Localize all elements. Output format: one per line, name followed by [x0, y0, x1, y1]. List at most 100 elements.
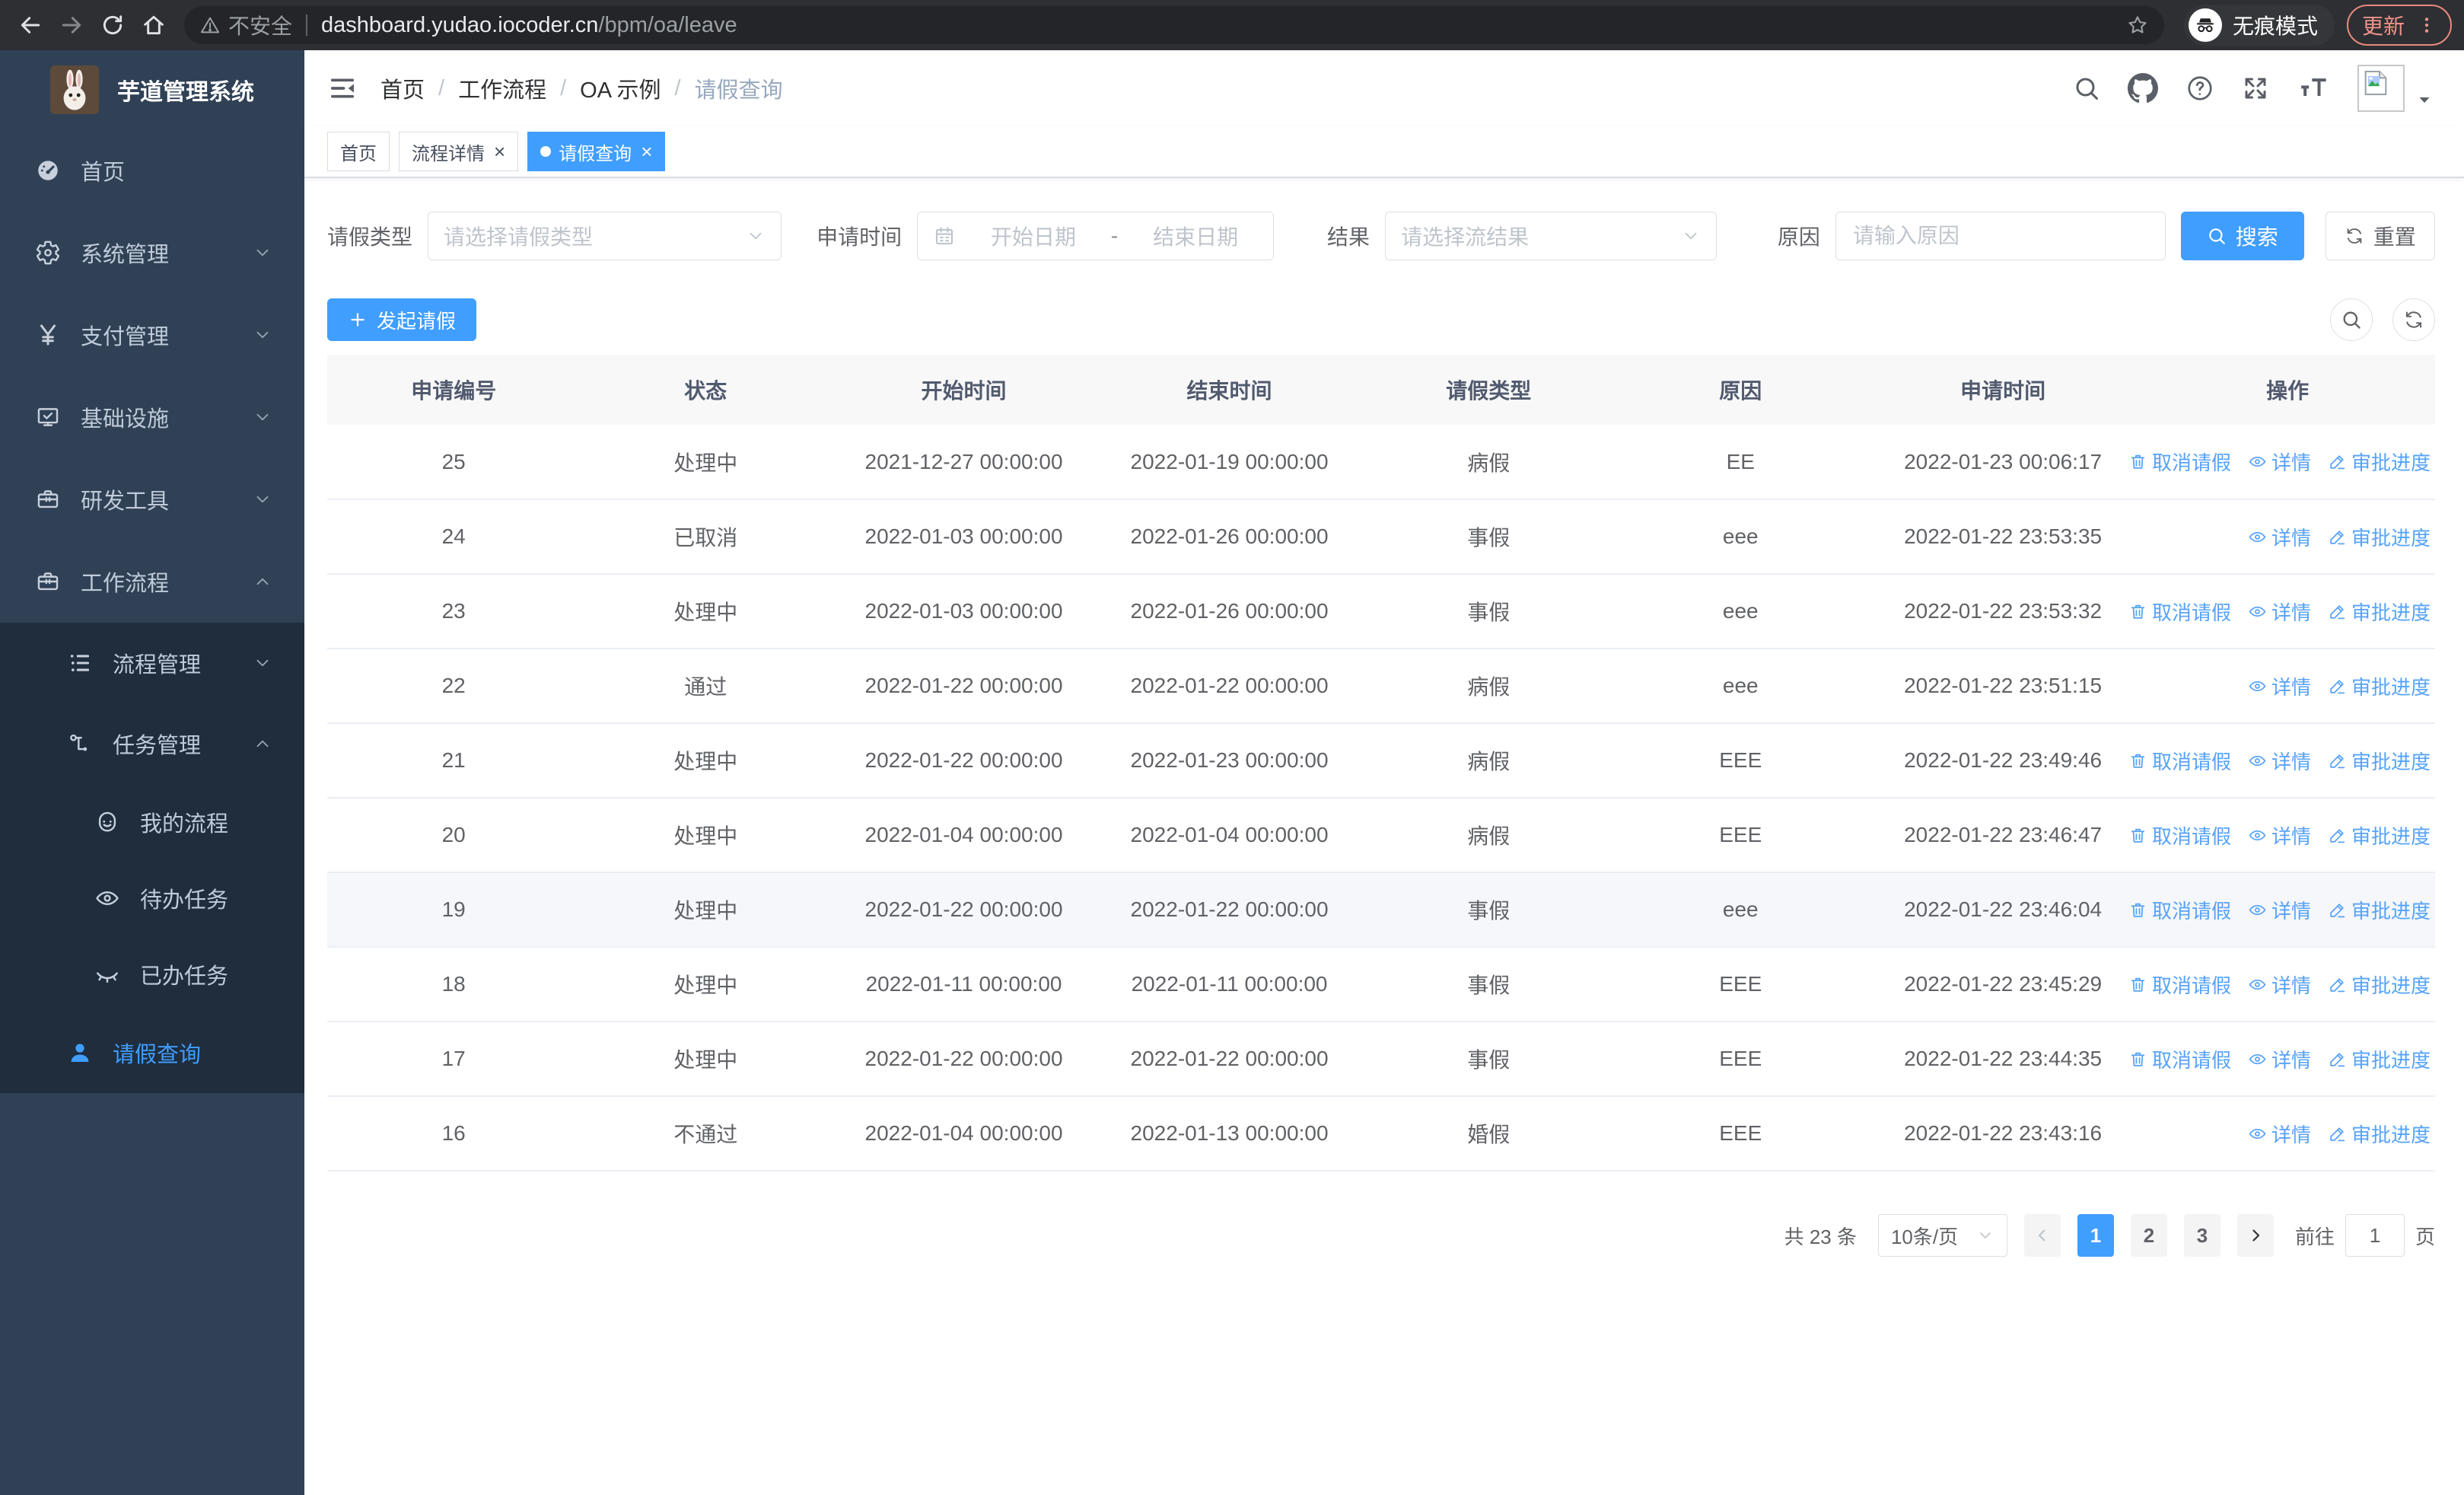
- cancel-action-link[interactable]: 取消请假: [2128, 971, 2231, 999]
- detail-action-link[interactable]: 详情: [2248, 523, 2311, 551]
- close-icon[interactable]: ×: [641, 142, 652, 161]
- fullscreen-icon[interactable]: [2242, 75, 2269, 102]
- detail-action-link[interactable]: 详情: [2248, 971, 2311, 999]
- browser-update-button[interactable]: 更新: [2346, 5, 2452, 46]
- font-size-icon[interactable]: [2297, 73, 2330, 104]
- result-select[interactable]: 请选择流结果: [1385, 212, 1717, 260]
- breadcrumb-item[interactable]: 工作流程: [458, 72, 546, 104]
- browser-forward-button[interactable]: [53, 7, 90, 43]
- sidebar-item-流程管理[interactable]: 流程管理: [0, 623, 304, 703]
- detail-action-link[interactable]: 详情: [2248, 1045, 2311, 1073]
- search-icon: [2207, 226, 2227, 246]
- sidebar-collapse-icon[interactable]: [327, 73, 358, 104]
- detail-action-link[interactable]: 详情: [2248, 672, 2311, 700]
- column-header: 原因: [1615, 355, 1867, 425]
- progress-action-link[interactable]: 审批进度: [2328, 971, 2431, 999]
- cancel-action-link[interactable]: 取消请假: [2128, 747, 2231, 775]
- browser-back-button[interactable]: [12, 7, 49, 43]
- goto-page-input[interactable]: [2345, 1214, 2405, 1257]
- refresh-table-button[interactable]: [2392, 298, 2435, 341]
- page-size-select[interactable]: 10条/页: [1877, 1214, 2007, 1257]
- user-avatar-menu[interactable]: [2357, 65, 2434, 112]
- chevron-down-icon: [253, 653, 272, 673]
- breadcrumb-item[interactable]: OA 示例: [580, 72, 661, 104]
- progress-action-link[interactable]: 审批进度: [2328, 821, 2431, 850]
- cancel-action-link[interactable]: 取消请假: [2128, 598, 2231, 626]
- address-bar[interactable]: 不安全 dashboard.yudao.iocoder.cn/bpm/oa/le…: [184, 6, 2164, 44]
- cancel-action-link[interactable]: 取消请假: [2128, 1045, 2231, 1073]
- detail-action-link[interactable]: 详情: [2248, 896, 2311, 924]
- sidebar-item-待办任务[interactable]: 待办任务: [0, 860, 304, 936]
- detail-action-link[interactable]: 详情: [2248, 747, 2311, 775]
- progress-action-link[interactable]: 审批进度: [2328, 448, 2431, 476]
- cell-type: 病假: [1362, 425, 1616, 500]
- search-button[interactable]: 搜索: [2180, 212, 2304, 260]
- bookmark-star-icon[interactable]: [2126, 14, 2149, 37]
- reason-input[interactable]: [1837, 212, 2163, 260]
- help-icon[interactable]: [2185, 74, 2214, 103]
- cancel-action-link[interactable]: 取消请假: [2128, 821, 2231, 850]
- reset-button[interactable]: 重置: [2325, 212, 2435, 260]
- sidebar-item-请假查询[interactable]: 请假查询: [0, 1012, 304, 1093]
- sidebar-item-已办任务[interactable]: 已办任务: [0, 936, 304, 1012]
- detail-action-link[interactable]: 详情: [2248, 1120, 2311, 1148]
- progress-action-link[interactable]: 审批进度: [2328, 672, 2431, 700]
- sidebar-item-支付管理[interactable]: 支付管理: [0, 294, 304, 376]
- progress-action-link[interactable]: 审批进度: [2328, 896, 2431, 924]
- trash-icon: [2128, 826, 2147, 845]
- cell-id: 16: [327, 1096, 581, 1171]
- github-icon[interactable]: [2128, 73, 2158, 104]
- progress-action-link[interactable]: 审批进度: [2328, 1045, 2431, 1073]
- progress-action-label: 审批进度: [2351, 451, 2431, 474]
- cell-type: 病假: [1362, 649, 1616, 724]
- sidebar-item-系统管理[interactable]: 系统管理: [0, 212, 304, 294]
- progress-action-link[interactable]: 审批进度: [2328, 523, 2431, 551]
- browser-home-button[interactable]: [135, 7, 172, 43]
- plus-icon: [348, 310, 368, 330]
- tab-首页[interactable]: 首页: [327, 132, 390, 171]
- cell-end: 2022-01-22 00:00:00: [1097, 649, 1363, 724]
- create-leave-button[interactable]: 发起请假: [327, 298, 477, 341]
- tab-流程详情[interactable]: 流程详情 ×: [399, 132, 519, 171]
- row-actions: 取消请假 详情 审批进度: [2131, 896, 2435, 924]
- cancel-action-link[interactable]: 取消请假: [2128, 448, 2231, 476]
- cell-actions: 取消请假 详情 审批进度: [2131, 947, 2435, 1022]
- progress-action-label: 审批进度: [2351, 899, 2431, 923]
- sidebar-item-我的流程[interactable]: 我的流程: [0, 784, 304, 860]
- table-row: 21 处理中 2022-01-22 00:00:00 2022-01-23 00:00…: [327, 723, 2435, 799]
- sidebar-item-首页[interactable]: 首页: [0, 129, 304, 212]
- detail-action-link[interactable]: 详情: [2248, 448, 2311, 476]
- apply-time-range-picker[interactable]: 开始日期 - 结束日期: [917, 212, 1275, 260]
- sidebar-item-任务管理[interactable]: 任务管理: [0, 703, 304, 784]
- prev-page-button[interactable]: [2023, 1214, 2061, 1257]
- next-page-button[interactable]: [2236, 1214, 2274, 1257]
- sidebar-item-工作流程[interactable]: 工作流程: [0, 540, 304, 623]
- detail-action-link[interactable]: 详情: [2248, 598, 2311, 626]
- page-button-2[interactable]: 2: [2130, 1214, 2167, 1257]
- page-button-3[interactable]: 3: [2183, 1214, 2220, 1257]
- show-search-button[interactable]: [2330, 298, 2373, 341]
- sidebar-item-研发工具[interactable]: 研发工具: [0, 458, 304, 540]
- cell-status: 处理中: [580, 1022, 832, 1097]
- search-icon[interactable]: [2073, 75, 2100, 102]
- arrow-right-icon: [59, 13, 84, 37]
- detail-action-link[interactable]: 详情: [2248, 821, 2311, 850]
- close-icon[interactable]: ×: [494, 142, 505, 161]
- page-button-1[interactable]: 1: [2077, 1214, 2114, 1257]
- cell-reason: EEE: [1615, 1096, 1867, 1171]
- sidebar-item-基础设施[interactable]: 基础设施: [0, 376, 304, 458]
- progress-action-link[interactable]: 审批进度: [2328, 1120, 2431, 1148]
- leave-type-select[interactable]: 请选择请假类型: [428, 212, 782, 260]
- incognito-label: 无痕模式: [2232, 14, 2318, 38]
- cancel-action-link[interactable]: 取消请假: [2128, 896, 2231, 924]
- breadcrumb-item[interactable]: 首页: [380, 72, 425, 104]
- progress-action-link[interactable]: 审批进度: [2328, 747, 2431, 775]
- sidebar-item-label: 研发工具: [81, 489, 170, 514]
- browser-menu-icon[interactable]: [2417, 15, 2437, 35]
- tab-请假查询[interactable]: 请假查询 ×: [527, 132, 666, 171]
- browser-reload-button[interactable]: [94, 7, 131, 43]
- progress-action-link[interactable]: 审批进度: [2328, 598, 2431, 626]
- cancel-action-label: 取消请假: [2151, 899, 2231, 923]
- app-logo[interactable]: 芋道管理系统: [0, 50, 304, 129]
- avatar[interactable]: [2357, 65, 2405, 112]
